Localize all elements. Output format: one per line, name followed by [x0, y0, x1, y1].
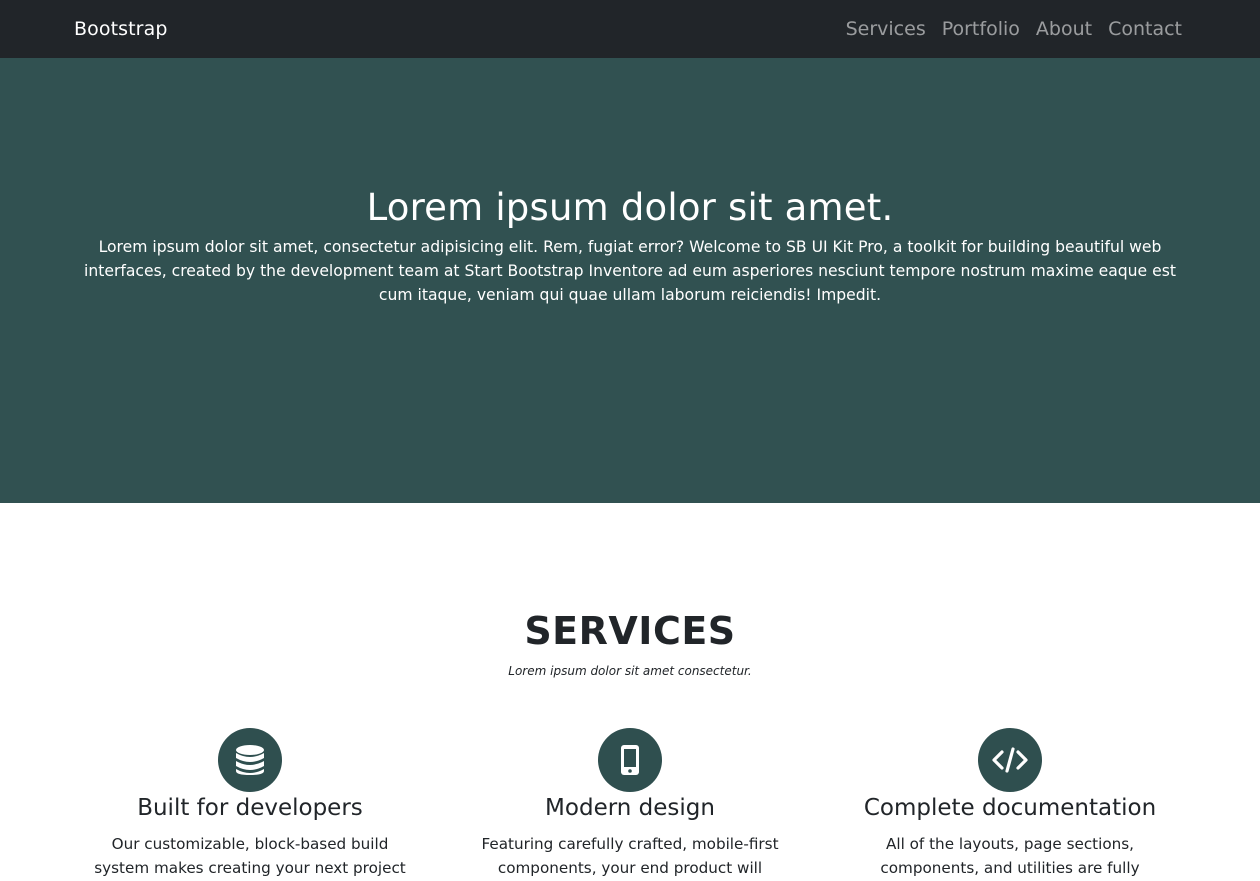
nav-links: Services Portfolio About Contact — [846, 18, 1182, 40]
hero-section: Lorem ipsum dolor sit amet. Lorem ipsum … — [0, 58, 1260, 503]
hero-text: Lorem ipsum dolor sit amet, consectetur … — [84, 238, 1176, 305]
code-icon — [978, 727, 1042, 792]
feature-card: Built for developers Our customizable, b… — [60, 727, 440, 881]
services-section: SERVICES Lorem ipsum dolor sit amet cons… — [0, 503, 1260, 881]
feature-text: All of the layouts, page sections, compo… — [880, 834, 1140, 877]
nav-link-contact[interactable]: Contact — [1108, 18, 1182, 40]
services-title: SERVICES — [524, 609, 736, 653]
navbar: Bootstrap Services Portfolio About Conta… — [0, 0, 1260, 58]
features-row: Built for developers Our customizable, b… — [60, 727, 1200, 881]
database-icon — [218, 727, 282, 792]
feature-title: Complete documentation — [863, 794, 1157, 821]
mobile-phone-icon — [598, 727, 662, 792]
services-subtitle: Lorem ipsum dolor sit amet consectetur. — [508, 663, 752, 678]
feature-text: Featuring carefully crafted, mobile-firs… — [481, 834, 779, 877]
nav-link-portfolio[interactable]: Portfolio — [942, 18, 1020, 40]
brand-link[interactable]: Bootstrap — [74, 18, 168, 40]
feature-text: Our customizable, block-based build syst… — [94, 834, 406, 877]
hero-title: Lorem ipsum dolor sit amet. — [366, 186, 894, 229]
nav-link-services[interactable]: Services — [846, 18, 926, 40]
feature-card: Modern design Featuring carefully crafte… — [440, 727, 820, 881]
feature-card: Complete documentation All of the layout… — [820, 727, 1200, 881]
feature-title: Modern design — [545, 794, 715, 821]
nav-link-about[interactable]: About — [1036, 18, 1092, 40]
feature-title: Built for developers — [137, 794, 363, 821]
